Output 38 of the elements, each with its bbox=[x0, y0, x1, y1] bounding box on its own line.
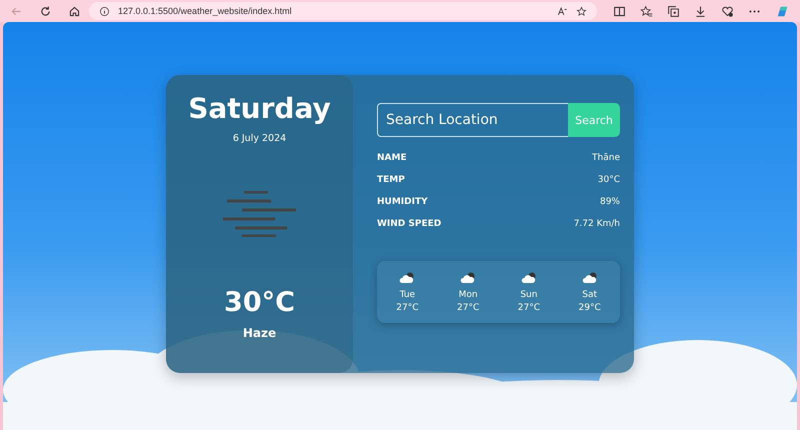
detail-label: NAME bbox=[377, 153, 407, 163]
favorites-icon[interactable] bbox=[640, 4, 653, 18]
forecast-temperature: 27°C bbox=[396, 302, 418, 312]
read-aloud-icon[interactable] bbox=[557, 6, 568, 16]
temperature: 30°C bbox=[224, 287, 295, 318]
address-bar[interactable]: 127.0.0.1:5500/weather_website/index.html bbox=[89, 2, 597, 20]
forecast-day: Mon bbox=[458, 290, 478, 300]
forecast-temperature: 27°C bbox=[518, 302, 540, 312]
cloudy-icon bbox=[520, 272, 537, 284]
cloudy-icon bbox=[582, 272, 598, 284]
collections-icon[interactable] bbox=[667, 4, 680, 18]
detail-value: Thāne bbox=[592, 153, 620, 163]
heart-icon[interactable] bbox=[721, 4, 734, 18]
refresh-icon[interactable] bbox=[39, 4, 52, 18]
star-icon[interactable] bbox=[576, 6, 587, 16]
url-text: 127.0.0.1:5500/weather_website/index.html bbox=[118, 6, 292, 16]
split-screen-icon[interactable] bbox=[613, 4, 626, 18]
forecast-temperature: 29°C bbox=[578, 302, 601, 312]
forecast-day: Tue bbox=[400, 290, 416, 300]
haze-icon bbox=[222, 191, 296, 237]
detail-value: 30°C bbox=[598, 175, 620, 185]
detail-value: 89% bbox=[600, 197, 620, 207]
forecast-temperature: 27°C bbox=[457, 302, 480, 312]
home-icon[interactable] bbox=[68, 4, 81, 18]
forecast-day: Sat bbox=[582, 290, 597, 300]
detail-value: 7.72 Km/h bbox=[574, 219, 620, 229]
condition-text: Haze bbox=[242, 326, 276, 340]
day-name: Saturday bbox=[188, 92, 331, 125]
date-text: 6 July 2024 bbox=[232, 133, 286, 144]
forecast-day: Sun bbox=[520, 290, 538, 300]
cloudy-icon bbox=[399, 272, 416, 284]
detail-label: TEMP bbox=[377, 175, 405, 185]
download-icon[interactable] bbox=[694, 4, 707, 18]
cloudy-icon bbox=[460, 272, 476, 284]
detail-label: HUMIDITY bbox=[377, 197, 428, 207]
detail-label: WIND SPEED bbox=[377, 219, 442, 229]
search-field[interactable]: Search Location bbox=[377, 103, 568, 137]
info-icon[interactable] bbox=[99, 6, 110, 16]
